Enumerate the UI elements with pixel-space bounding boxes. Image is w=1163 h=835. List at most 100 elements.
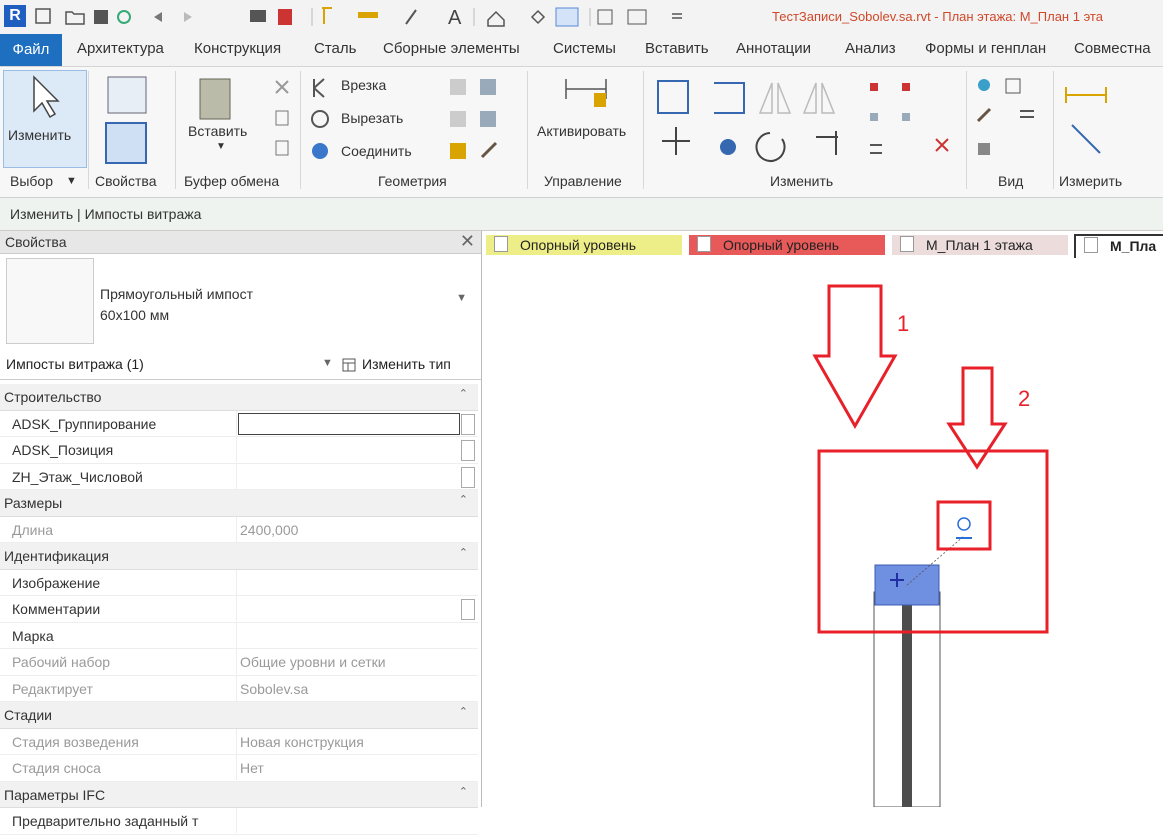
property-row[interactable]: ADSK_Группирование	[0, 410, 478, 437]
home-icon	[35, 8, 51, 24]
tab-systems[interactable]: Системы	[553, 40, 616, 57]
property-row[interactable]: Марка	[0, 622, 478, 649]
property-key: Длина	[12, 521, 53, 538]
tab-steel[interactable]: Сталь	[314, 40, 356, 57]
close-icon[interactable]: ✕	[460, 231, 475, 252]
property-key: ADSK_Группирование	[12, 415, 157, 432]
tag-icon	[405, 9, 417, 25]
associate-param-button[interactable]	[461, 599, 475, 620]
associate-param-button[interactable]	[461, 413, 475, 435]
chevron-down-icon[interactable]: ▼	[456, 292, 467, 304]
associate-param-button[interactable]	[461, 466, 475, 488]
tab-precast[interactable]: Сборные элементы	[383, 40, 520, 57]
filter-chevron-icon[interactable]: ▼	[322, 357, 333, 369]
view-tab[interactable]: М_План 1 этажа	[892, 235, 1068, 255]
tab-collaborate[interactable]: Совместна	[1074, 40, 1151, 57]
property-group-name: Стадии	[4, 707, 52, 723]
array-icon	[870, 113, 878, 121]
collapse-icon[interactable]: ⌃	[459, 705, 468, 718]
associate-param-button[interactable]	[461, 440, 475, 461]
property-list: Строительство ⌃ ADSK_Группирование ADSK_Поз…	[0, 384, 478, 835]
properties-panel: Свойства ✕ Прямоугольный импост 60x100 м…	[0, 231, 482, 835]
collapse-icon[interactable]: ⌃	[459, 785, 468, 798]
panel-view-label: Вид	[998, 173, 1024, 189]
annotation-label-2: 2	[1018, 386, 1030, 411]
property-group[interactable]: Параметры IFC ⌃	[0, 781, 478, 808]
property-input[interactable]	[238, 412, 460, 435]
property-value: Общие уровни и сетки	[240, 654, 386, 670]
activate-icon[interactable]	[560, 75, 620, 125]
tab-structure[interactable]: Конструкция	[194, 40, 281, 57]
property-row[interactable]: Изображение	[0, 569, 478, 596]
filter-dropdown[interactable]: Импосты витража (1)	[6, 356, 144, 372]
view-tab[interactable]: Опорный уровень	[689, 235, 885, 255]
rotate-icon	[755, 132, 786, 162]
panel-control-label: Управление	[544, 173, 622, 189]
view-tabs: Опорный уровень Опорный уровень М_План 1 э…	[482, 231, 1163, 260]
view-tab-icon	[900, 236, 914, 252]
property-group[interactable]: Идентификация ⌃	[0, 543, 478, 570]
property-group[interactable]: Стадии ⌃	[0, 702, 478, 729]
collapse-icon[interactable]: ⌃	[459, 493, 468, 506]
view-tab-icon	[697, 236, 711, 252]
modify-icons	[657, 80, 949, 162]
view-tab-icon	[1084, 237, 1098, 253]
property-row: Длина 2400,000	[0, 516, 478, 543]
cope-label[interactable]: Врезка	[341, 77, 386, 93]
properties-icons[interactable]	[104, 75, 154, 165]
pin-icon[interactable]	[957, 517, 971, 531]
property-group[interactable]: Размеры ⌃	[0, 490, 478, 517]
split-icon	[870, 83, 878, 91]
edit-type-icon[interactable]	[342, 358, 356, 372]
view-tab[interactable]: Опорный уровень	[486, 235, 682, 255]
context-label: Изменить | Импосты витража	[10, 206, 202, 222]
property-row[interactable]: Комментарии	[0, 596, 478, 623]
property-row[interactable]: ADSK_Позиция	[0, 437, 478, 464]
tab-insert[interactable]: Вставить	[645, 40, 709, 57]
dimension-icon	[358, 12, 378, 18]
modify-button[interactable]: Изменить	[3, 70, 87, 168]
property-group[interactable]: Строительство ⌃	[0, 384, 478, 411]
type-selector[interactable]: Прямоугольный импост 60x100 мм ▼	[0, 254, 481, 353]
property-key: ADSK_Позиция	[12, 442, 114, 458]
property-key: Редактирует	[12, 680, 93, 697]
collapse-icon[interactable]: ⌃	[459, 387, 468, 400]
property-key: Предварительно заданный т	[12, 813, 199, 829]
type-thumbnail	[6, 258, 94, 344]
text-icon: A	[448, 7, 462, 29]
copy-icon	[275, 110, 289, 126]
trim-icon	[816, 131, 838, 155]
properties-icon	[105, 122, 147, 164]
modify-label: Изменить	[8, 127, 72, 143]
canvas-drawing: 1 2	[812, 284, 1049, 808]
tab-massing-site[interactable]: Формы и генплан	[925, 40, 1046, 57]
measure-distance-icon	[1065, 87, 1107, 103]
export-icon	[278, 9, 292, 25]
revit-logo-icon[interactable]: R	[4, 5, 26, 27]
tab-file[interactable]: Файл	[0, 34, 62, 66]
activate-label[interactable]: Активировать	[537, 123, 626, 139]
tab-architecture[interactable]: Архитектура	[77, 40, 164, 57]
property-row[interactable]: ZH_Этаж_Числовой	[0, 463, 478, 490]
tab-annotate[interactable]: Аннотации	[736, 40, 811, 57]
join-label[interactable]: Соединить	[341, 143, 412, 159]
match-icon	[275, 140, 289, 156]
switch-windows-icon	[627, 9, 647, 25]
drawing-canvas[interactable]: 1 2	[482, 258, 1163, 808]
view-tab-label: Опорный уровень	[520, 237, 637, 253]
panel-modify-label: Изменить	[770, 173, 834, 189]
collapse-icon[interactable]: ⌃	[459, 546, 468, 559]
select-dropdown-icon[interactable]: ▼	[66, 175, 77, 187]
property-row[interactable]: Предварительно заданный т	[0, 808, 478, 835]
panel-select-label[interactable]: Выбор	[10, 173, 53, 189]
paste-dropdown-icon[interactable]: ▼	[216, 141, 226, 152]
edit-type-button[interactable]: Изменить тип	[362, 356, 451, 372]
view-tab[interactable]: М_Пла	[1074, 234, 1163, 260]
cut-label[interactable]: Вырезать	[341, 110, 403, 126]
panel-clipboard-label: Буфер обмена	[184, 173, 280, 189]
view-tab-icon	[494, 236, 508, 252]
property-value: Нет	[240, 760, 264, 776]
curtain-panel	[902, 604, 912, 807]
tab-analyze[interactable]: Анализ	[845, 40, 896, 57]
paste-label[interactable]: Вставить	[188, 123, 247, 139]
